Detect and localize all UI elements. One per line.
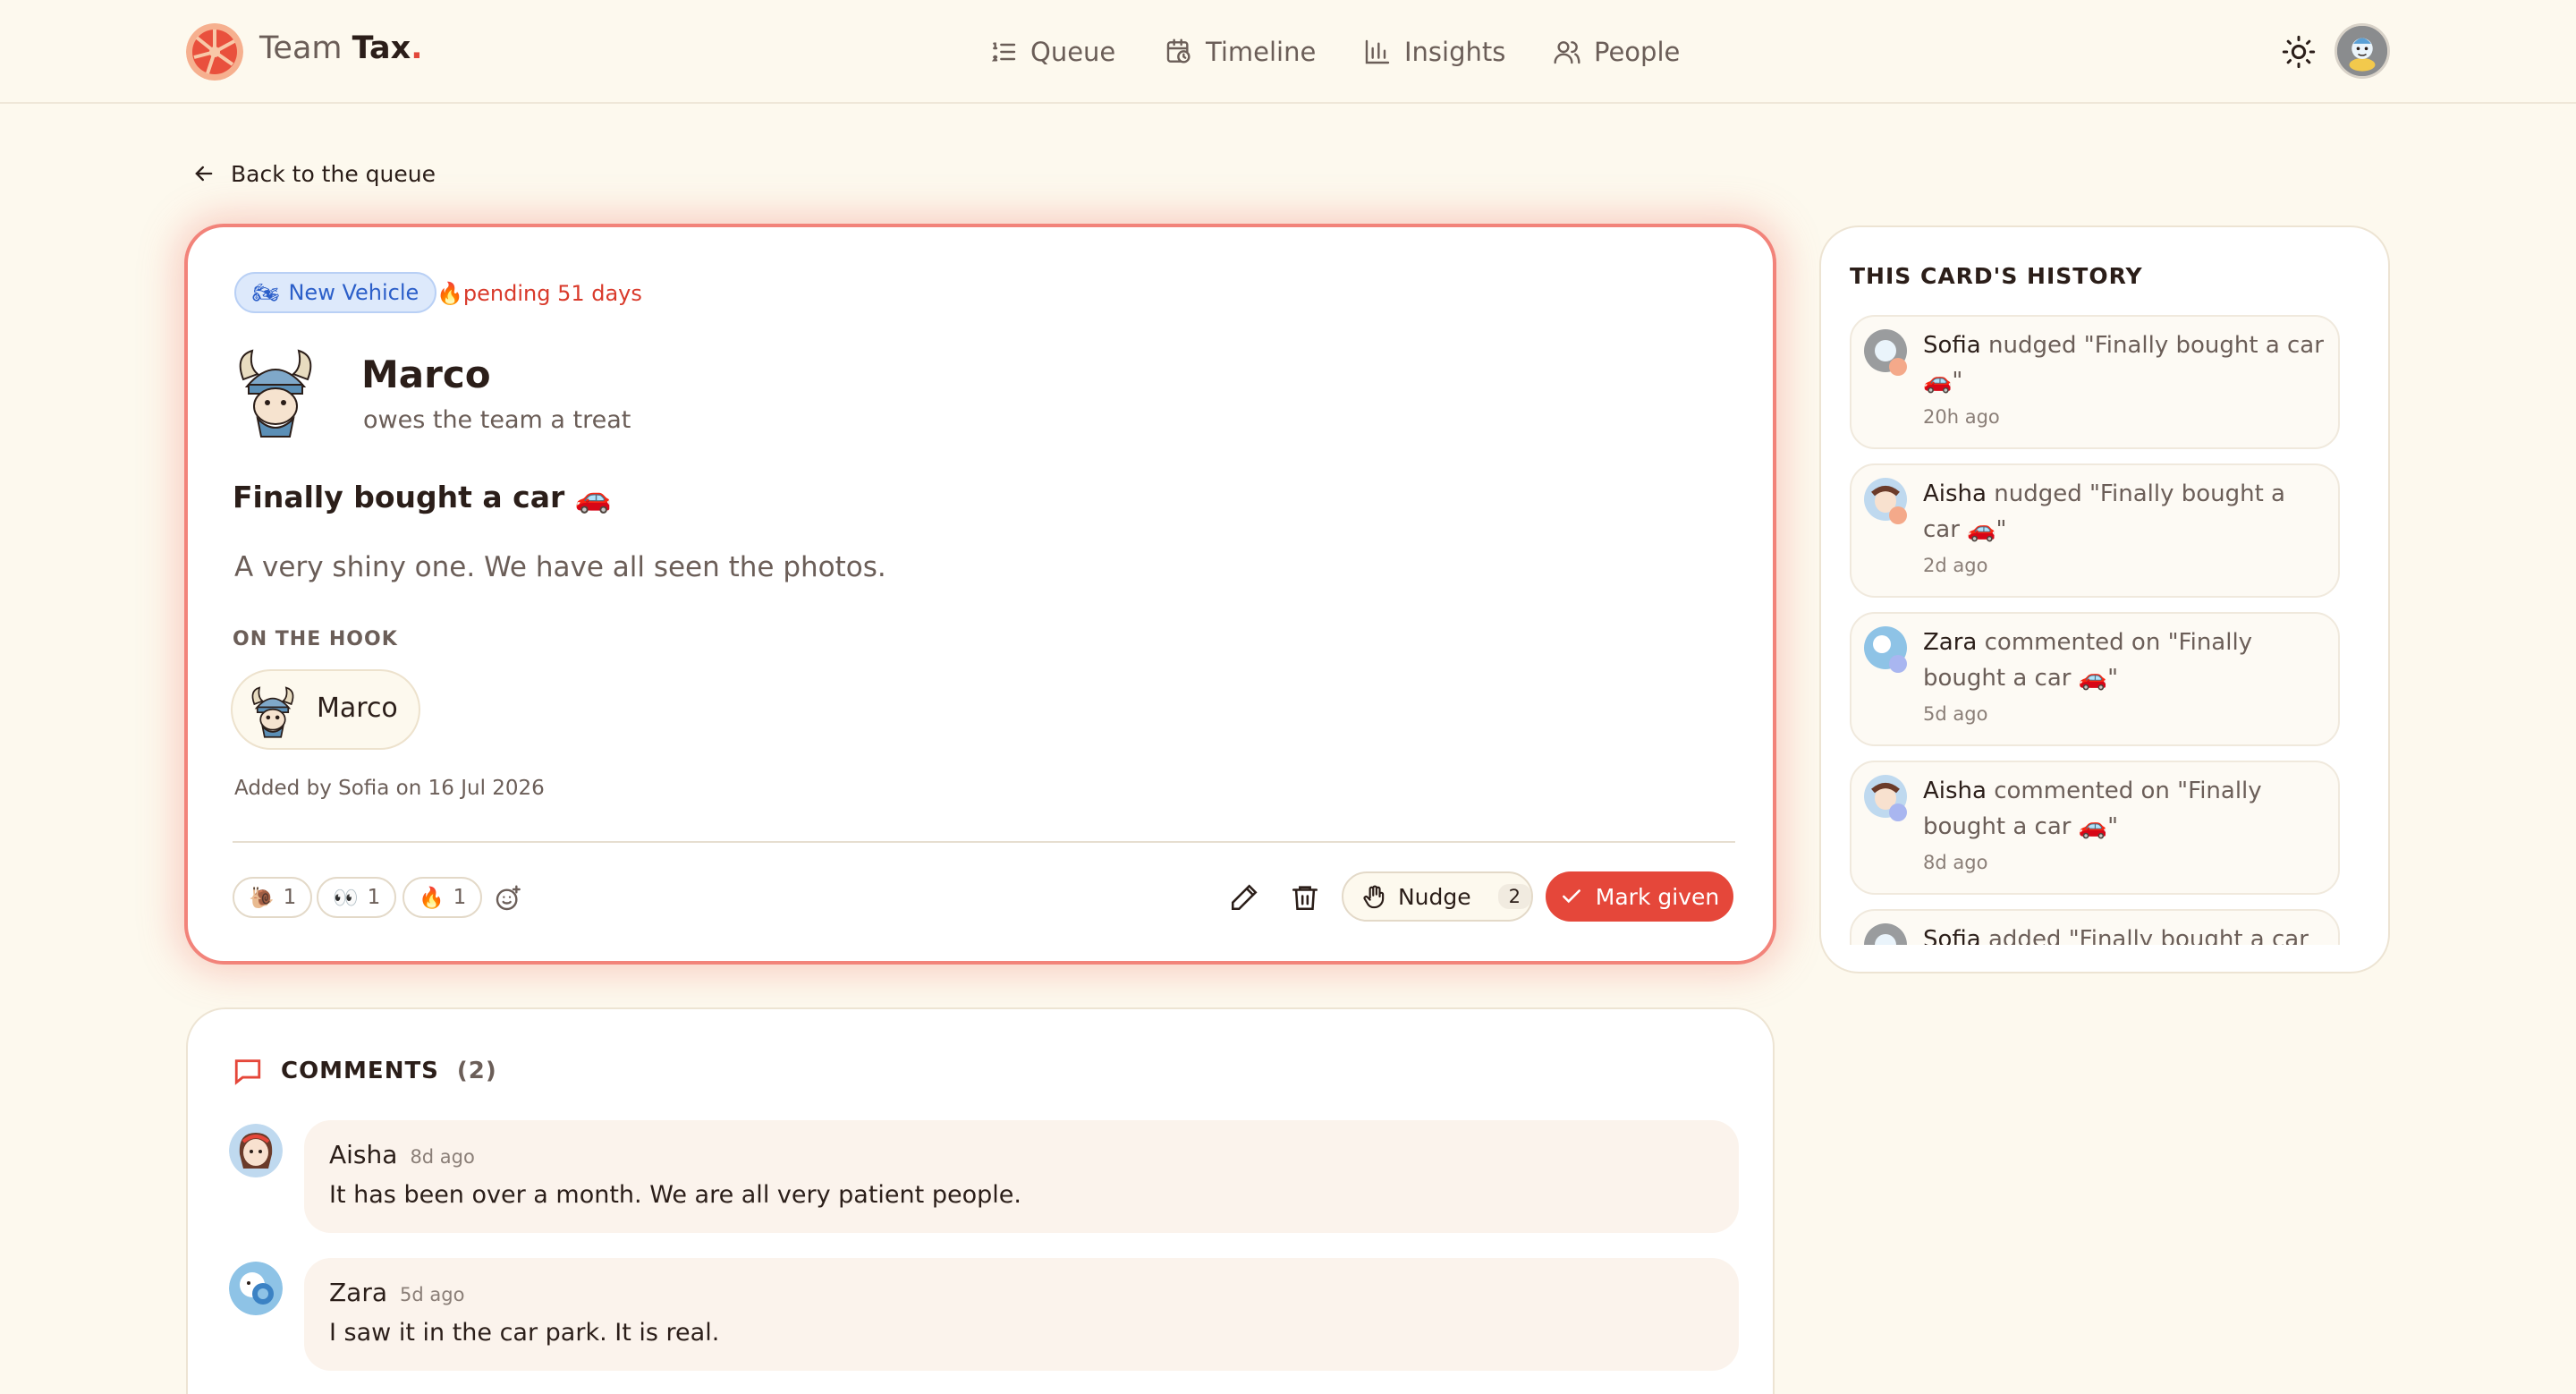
avatar-illustration-icon	[2337, 26, 2387, 76]
history-item: Zara commented on "Finally bought a car …	[1850, 612, 2340, 746]
hook-person-chip[interactable]: Marco	[231, 669, 420, 750]
add-reaction-icon[interactable]	[494, 884, 522, 913]
hand-icon	[1363, 885, 1385, 909]
aisha-avatar	[229, 1124, 283, 1177]
aisha-avatar-icon	[1864, 478, 1907, 524]
history-item: Aisha commented on "Finally bought a car…	[1850, 761, 2340, 895]
history-list[interactable]: Sofia nudged "Finally bought a car 🚗" 20…	[1850, 315, 2342, 945]
nav-timeline[interactable]: Timeline	[1165, 0, 1316, 104]
added-by: Added by Sofia on 16 Jul 2026	[234, 777, 545, 800]
aisha-avatar-icon	[229, 1124, 283, 1177]
team-tax-logo-icon[interactable]	[186, 23, 243, 81]
marco-avatar-icon	[239, 349, 312, 438]
category-tag: 🏍 New Vehicle	[234, 272, 437, 313]
comment-bubble: Aisha 8d ago It has been over a month. We…	[304, 1120, 1739, 1233]
nav-queue[interactable]: Queue	[989, 0, 1115, 104]
sun-icon[interactable]	[2281, 34, 2317, 70]
calendar-clock-icon	[1166, 38, 1191, 64]
history-item: Aisha nudged "Finally bought a car 🚗" 2d…	[1850, 463, 2340, 598]
comments-card: COMMENTS (2) Aisha 8d ago It has been ove…	[186, 1007, 1775, 1394]
marco-avatar-icon	[251, 686, 294, 738]
nav-people[interactable]: People	[1553, 0, 1680, 104]
users-icon	[1554, 41, 1580, 64]
nudge-button[interactable]: Nudge 2	[1342, 871, 1533, 922]
edit-pencil-icon[interactable]	[1229, 882, 1259, 913]
back-to-queue-link[interactable]: Back to the queue	[191, 156, 436, 191]
top-bar: Team Tax. Queue Timeline Insights People	[0, 0, 2576, 104]
mark-given-button[interactable]: Mark given	[1546, 871, 1733, 922]
reaction-snail[interactable]: 🐌 1	[233, 877, 313, 918]
user-avatar[interactable]	[2334, 23, 2390, 79]
divider	[233, 841, 1735, 843]
card-history-panel: THIS CARD'S HISTORY Sofia nudged "Finall…	[1819, 225, 2390, 973]
list-ordered-icon	[991, 42, 1016, 62]
bar-chart-icon	[1365, 39, 1390, 64]
on-the-hook-label: ON THE HOOK	[233, 628, 398, 650]
zara-avatar	[229, 1262, 283, 1315]
arrow-left-icon	[195, 166, 213, 182]
comments-heading: COMMENTS (2)	[233, 1056, 497, 1086]
delete-trash-icon[interactable]	[1290, 882, 1320, 913]
card-title: Finally bought a car 🚗	[233, 480, 612, 514]
reaction-eyes[interactable]: 👀 1	[317, 877, 397, 918]
card-description: A very shiny one. We have all seen the p…	[234, 551, 886, 583]
sofia-avatar-icon	[1864, 329, 1907, 376]
history-item: Sofia added "Finally bought a car	[1850, 909, 2340, 945]
check-icon	[1562, 889, 1580, 904]
zara-avatar-icon	[1864, 626, 1907, 673]
comment-icon	[234, 1059, 261, 1085]
history-item: Sofia nudged "Finally bought a car 🚗" 20…	[1850, 315, 2340, 449]
zara-avatar-icon	[229, 1262, 283, 1315]
brand-name[interactable]: Team Tax.	[259, 30, 423, 66]
motorbike-icon: 🏍	[252, 280, 280, 305]
reaction-fire[interactable]: 🔥 1	[402, 877, 483, 918]
nudge-count: 2	[1497, 884, 1531, 909]
sofia-avatar-icon	[1864, 923, 1907, 945]
nav-insights[interactable]: Insights	[1363, 0, 1505, 104]
comment-bubble: Zara 5d ago I saw it in the car park. It …	[304, 1258, 1739, 1371]
person-subtitle: owes the team a treat	[363, 406, 631, 434]
aisha-avatar-icon	[1864, 775, 1907, 821]
person-name: Marco	[361, 353, 491, 396]
history-title: THIS CARD'S HISTORY	[1850, 263, 2143, 289]
tax-card: 🏍 New Vehicle 🔥pending 51 days Marco owe…	[184, 224, 1776, 965]
pending-badge: 🔥pending 51 days	[436, 281, 642, 306]
